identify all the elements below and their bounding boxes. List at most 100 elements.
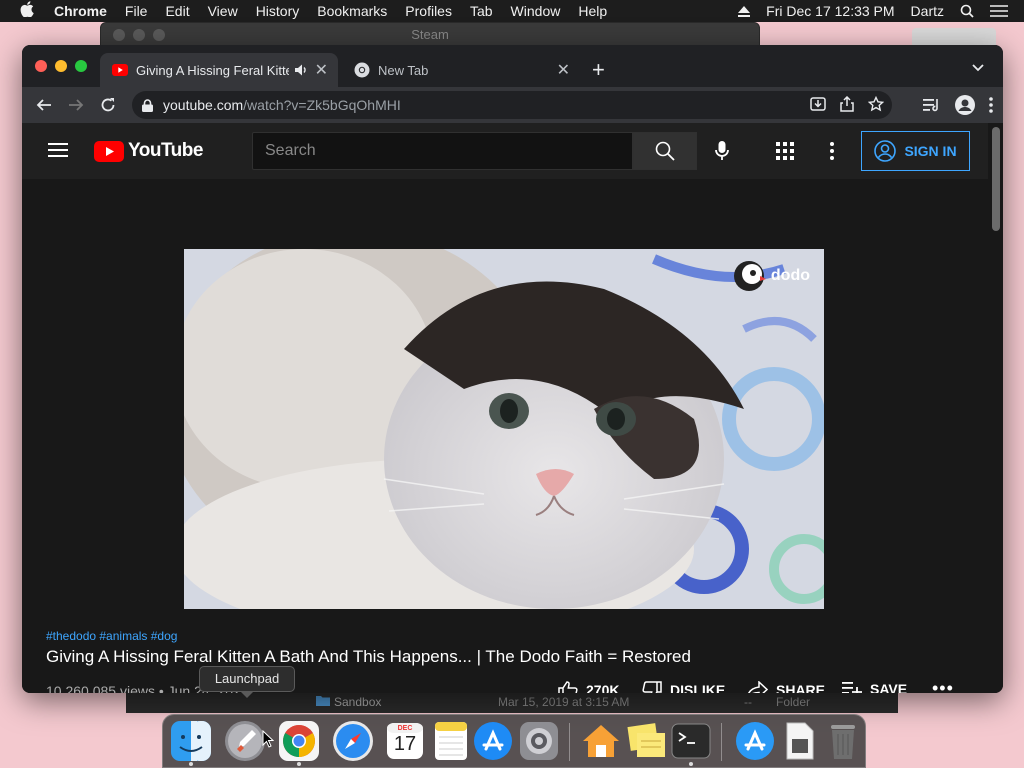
media-control-icon[interactable] bbox=[923, 98, 941, 117]
close-tab-icon[interactable]: ✕ bbox=[315, 60, 328, 80]
share-page-icon[interactable] bbox=[840, 95, 854, 115]
video-title: Giving A Hissing Feral Kitten A Bath And… bbox=[46, 647, 691, 666]
control-center-icon[interactable] bbox=[990, 4, 1008, 18]
profile-icon[interactable] bbox=[955, 95, 975, 120]
launchpad-icon[interactable] bbox=[223, 719, 267, 763]
youtube-play-icon bbox=[94, 140, 124, 162]
dock-separator bbox=[721, 723, 722, 761]
save-button[interactable]: SAVE bbox=[842, 681, 907, 693]
youtube-favicon-icon bbox=[112, 64, 128, 76]
tab-label: New Tab bbox=[378, 62, 429, 78]
menu-help[interactable]: Help bbox=[578, 3, 607, 19]
app-store-icon[interactable] bbox=[471, 719, 515, 763]
address-bar[interactable]: youtube.com/watch?v=Zk5bGqOhMHI bbox=[132, 91, 892, 119]
dock-separator bbox=[569, 723, 570, 761]
folder-date: Mar 15, 2019 at 3:15 AM bbox=[498, 695, 630, 709]
menu-clock[interactable]: Fri Dec 17 12:33 PM bbox=[766, 3, 894, 19]
dodo-watermark-text: dodo bbox=[770, 267, 810, 285]
menu-edit[interactable]: Edit bbox=[165, 3, 189, 19]
safari-icon[interactable] bbox=[331, 719, 375, 763]
forward-button[interactable] bbox=[60, 97, 92, 113]
chrome-icon[interactable] bbox=[277, 719, 321, 766]
tab-youtube[interactable]: Giving A Hissing Feral Kitte ✕ bbox=[100, 53, 338, 87]
bookmark-star-icon[interactable] bbox=[867, 95, 885, 115]
chrome-menu-icon[interactable] bbox=[989, 97, 993, 118]
steam-window-title: Steam bbox=[411, 27, 449, 42]
menu-bookmarks[interactable]: Bookmarks bbox=[317, 3, 387, 19]
trash-icon[interactable] bbox=[821, 719, 865, 763]
close-tab-icon[interactable]: ✕ bbox=[557, 60, 570, 80]
youtube-wordmark: YouTube bbox=[128, 140, 203, 161]
home-icon[interactable] bbox=[579, 719, 623, 763]
like-button[interactable]: 270K bbox=[558, 681, 619, 693]
tab-new-tab[interactable]: New Tab ✕ bbox=[342, 53, 580, 87]
menu-app-name[interactable]: Chrome bbox=[54, 3, 107, 19]
video-hashtags[interactable]: #thedodo #animals #dog bbox=[46, 629, 177, 643]
calendar-month: DEC bbox=[397, 725, 413, 732]
youtube-header: YouTube Search SIGN IN bbox=[22, 123, 988, 179]
dislike-button[interactable]: DISLIKE bbox=[642, 681, 725, 693]
audio-playing-icon[interactable] bbox=[294, 64, 309, 76]
eject-icon[interactable] bbox=[738, 5, 751, 17]
new-tab-button[interactable]: + bbox=[592, 57, 605, 83]
sign-in-label: SIGN IN bbox=[904, 143, 957, 159]
dodo-logo-icon bbox=[734, 261, 767, 291]
stickies-icon[interactable] bbox=[625, 719, 669, 763]
dock-tooltip: Launchpad bbox=[199, 666, 295, 692]
microphone-icon[interactable] bbox=[715, 141, 729, 166]
share-button[interactable]: SHARE bbox=[746, 681, 825, 693]
traffic-lights bbox=[35, 60, 87, 72]
menu-view[interactable]: View bbox=[208, 3, 238, 19]
folder-size: -- bbox=[744, 695, 752, 709]
calendar-icon[interactable]: DEC 17 bbox=[383, 719, 427, 763]
file-icon[interactable] bbox=[777, 719, 821, 763]
folder-icon bbox=[316, 695, 330, 709]
tooltip-arrow bbox=[240, 691, 254, 698]
close-window-button[interactable] bbox=[35, 60, 47, 72]
menu-history[interactable]: History bbox=[256, 3, 300, 19]
menu-file[interactable]: File bbox=[125, 3, 148, 19]
thumbs-up-icon bbox=[558, 681, 578, 693]
kitten-video-frame bbox=[184, 249, 824, 609]
apple-menu-icon[interactable] bbox=[20, 1, 40, 21]
app-store-2-icon[interactable] bbox=[733, 719, 777, 763]
mouse-cursor-icon bbox=[262, 729, 275, 753]
install-app-icon[interactable] bbox=[810, 96, 826, 115]
apps-grid-icon[interactable] bbox=[776, 142, 794, 165]
menu-tab[interactable]: Tab bbox=[470, 3, 493, 19]
search-button[interactable] bbox=[633, 132, 697, 170]
notes-icon[interactable] bbox=[429, 719, 473, 763]
menu-profiles[interactable]: Profiles bbox=[405, 3, 452, 19]
video-player[interactable]: dodo bbox=[184, 249, 824, 609]
search-icon bbox=[655, 141, 675, 161]
spotlight-icon[interactable] bbox=[960, 4, 974, 18]
youtube-page: YouTube Search SIGN IN dodo #thedodo #an… bbox=[22, 123, 1003, 693]
minimize-window-button[interactable] bbox=[55, 60, 67, 72]
menu-window[interactable]: Window bbox=[511, 3, 561, 19]
share-arrow-icon bbox=[748, 681, 768, 693]
share-label: SHARE bbox=[776, 682, 826, 693]
page-scrollbar[interactable] bbox=[992, 127, 1000, 231]
search-input[interactable]: Search bbox=[252, 132, 633, 170]
settings-more-icon[interactable] bbox=[830, 142, 834, 165]
zoom-window-button[interactable] bbox=[75, 60, 87, 72]
reload-button[interactable] bbox=[92, 97, 124, 113]
tab-search-icon[interactable] bbox=[972, 59, 984, 77]
menu-bar: Chrome File Edit View History Bookmarks … bbox=[0, 0, 1024, 22]
finder-icon[interactable] bbox=[169, 719, 213, 766]
menu-user[interactable]: Dartz bbox=[911, 3, 944, 19]
terminal-icon[interactable] bbox=[669, 719, 713, 766]
playlist-add-icon bbox=[842, 682, 862, 693]
folder-name: Sandbox bbox=[334, 695, 382, 709]
url-path: /watch?v=Zk5bGqOhMHI bbox=[243, 97, 401, 113]
more-actions-icon[interactable]: ••• bbox=[932, 678, 954, 693]
system-preferences-icon[interactable] bbox=[517, 719, 561, 763]
lock-icon[interactable] bbox=[142, 98, 153, 112]
youtube-logo[interactable]: YouTube bbox=[94, 140, 203, 162]
steam-window-titlebar: Steam bbox=[100, 22, 760, 46]
folder-kind: Folder bbox=[776, 695, 811, 709]
sign-in-button[interactable]: SIGN IN bbox=[861, 131, 970, 171]
back-button[interactable] bbox=[28, 97, 60, 113]
like-count: 270K bbox=[586, 682, 620, 693]
hamburger-menu-icon[interactable] bbox=[48, 142, 68, 163]
